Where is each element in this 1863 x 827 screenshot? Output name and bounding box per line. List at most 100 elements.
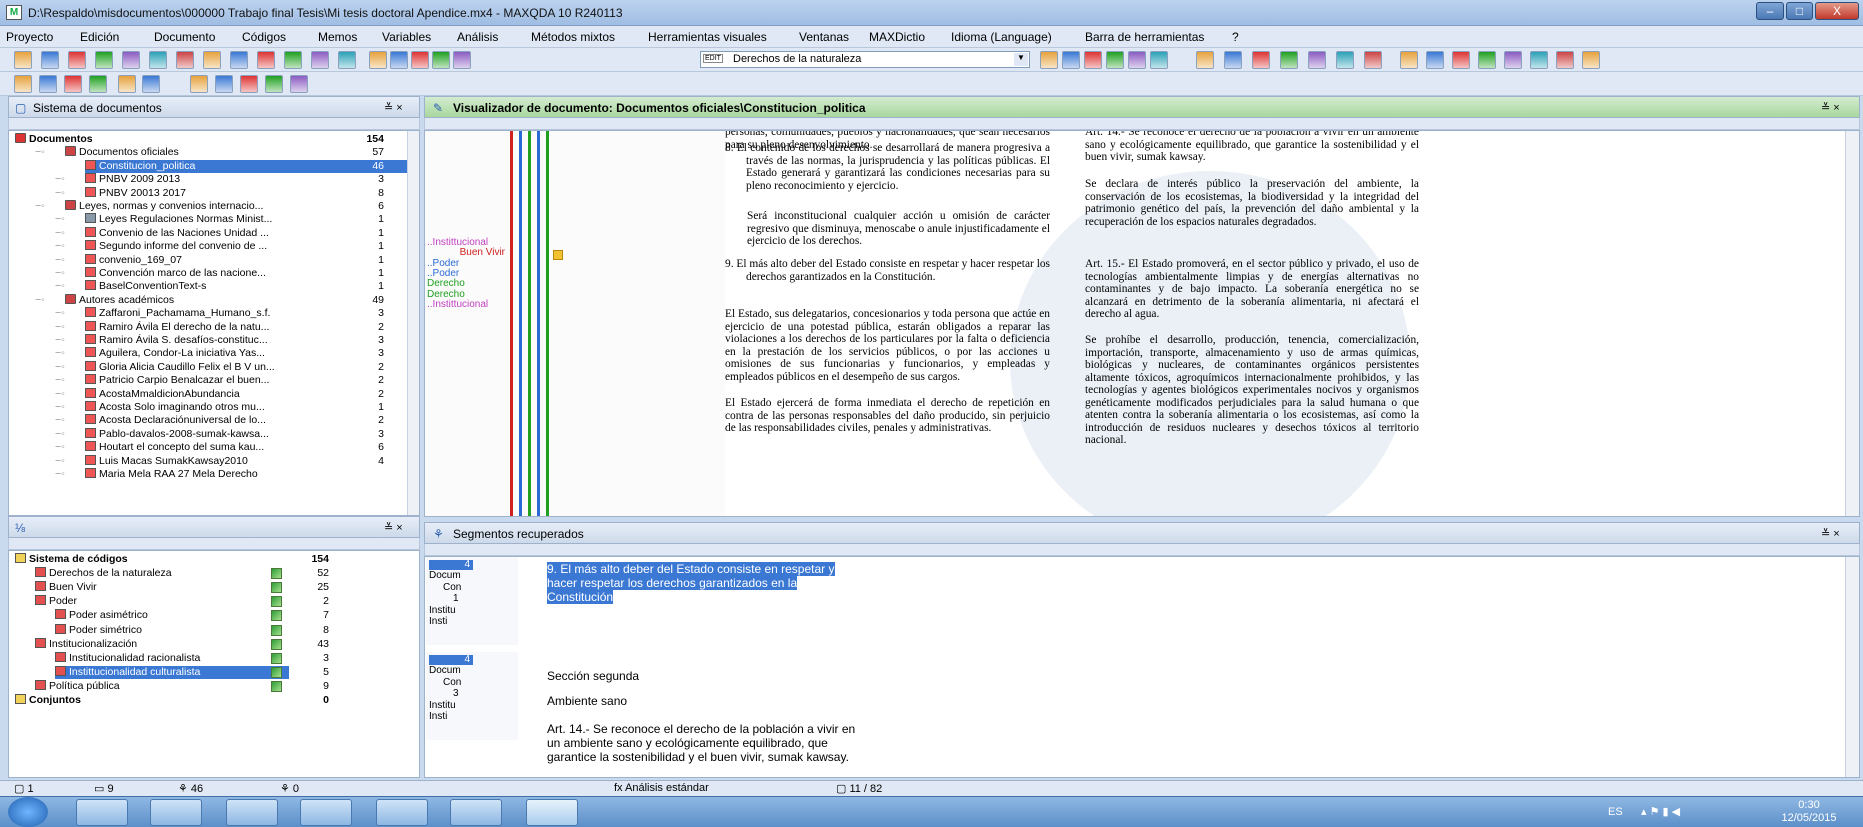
toolbar1-codes-icon-2[interactable] xyxy=(411,51,429,69)
code-color-icon[interactable] xyxy=(271,624,282,636)
code-row[interactable]: Buen Vivir xyxy=(35,581,285,594)
segment-tag[interactable]: Institu xyxy=(429,700,456,711)
code-bar-buen-vivir[interactable] xyxy=(510,131,513,516)
toolbar1-icon-0[interactable] xyxy=(14,51,32,69)
menu-item-12[interactable]: Barra de herramientas xyxy=(1085,30,1204,44)
code-bar-derecho[interactable] xyxy=(528,131,531,516)
toolbar1-icon-1[interactable] xyxy=(41,51,59,69)
toolbar2-view-icon-1[interactable] xyxy=(215,75,233,93)
menu-item-13[interactable]: ? xyxy=(1232,30,1239,44)
toolbar1-icon-5[interactable] xyxy=(149,51,167,69)
media-taskbar-button[interactable] xyxy=(226,799,278,826)
toolbar1-codes-icon-0[interactable] xyxy=(369,51,387,69)
code-color-icon[interactable] xyxy=(271,666,282,678)
toolbar1-nav-icon-5[interactable] xyxy=(1150,51,1168,69)
code-row[interactable]: Conjuntos xyxy=(15,694,265,707)
segment-tag[interactable]: Insti xyxy=(429,711,447,722)
toolbar2-view-icon-2[interactable] xyxy=(240,75,258,93)
toolbar2-search-icon-1[interactable] xyxy=(142,75,160,93)
toolbar1-visual-icon-2[interactable] xyxy=(1452,51,1470,69)
code-row[interactable]: Instittucionalidad culturalista xyxy=(55,665,289,679)
toolbar1-icon-2[interactable] xyxy=(68,51,86,69)
code-bar-poder-2[interactable] xyxy=(537,131,540,516)
memo-icon[interactable] xyxy=(553,250,563,260)
toolbar1-analysis-icon-2[interactable] xyxy=(1252,51,1270,69)
toolbar1-icon-8[interactable] xyxy=(230,51,248,69)
document-row[interactable]: −◦ Documentos oficiales xyxy=(35,146,407,159)
close-button[interactable]: X xyxy=(1815,2,1859,20)
explorer-taskbar-button[interactable] xyxy=(76,799,128,826)
minimize-button[interactable]: – xyxy=(1756,2,1784,20)
toolbar1-nav-icon-2[interactable] xyxy=(1084,51,1102,69)
menu-item-7[interactable]: Métodos mixtos xyxy=(531,30,615,44)
toolbar1-visual-icon-4[interactable] xyxy=(1504,51,1522,69)
toolbar2-icon-2[interactable] xyxy=(64,75,82,93)
code-row[interactable]: Poder simétrico xyxy=(55,623,305,637)
toolbar2-view-icon-4[interactable] xyxy=(290,75,308,93)
documents-scrollbar[interactable] xyxy=(407,131,419,515)
toolbar1-codes-icon-3[interactable] xyxy=(432,51,450,69)
code-row[interactable]: Sistema de códigos xyxy=(15,553,265,566)
menu-item-2[interactable]: Documento xyxy=(154,30,215,44)
toolbar1-analysis-icon-4[interactable] xyxy=(1308,51,1326,69)
ie-taskbar-button[interactable] xyxy=(150,799,202,826)
document-row[interactable]: Documentos xyxy=(15,133,407,146)
toolbar1-visual-icon-3[interactable] xyxy=(1478,51,1496,69)
menu-item-0[interactable]: Proyecto xyxy=(6,30,53,44)
code-color-icon[interactable] xyxy=(271,582,282,594)
toolbar1-analysis-icon-1[interactable] xyxy=(1224,51,1242,69)
segment-tag[interactable]: Con xyxy=(443,677,461,688)
clock-date[interactable]: 12/05/2015 xyxy=(1779,812,1839,824)
close-codes-panel-icon[interactable]: ≚ × xyxy=(384,521,403,534)
menu-item-4[interactable]: Memos xyxy=(318,30,357,44)
toolbar1-icon-7[interactable] xyxy=(203,51,221,69)
chevron-down-icon[interactable]: ▼ xyxy=(1014,53,1028,66)
toolbar1-icon-12[interactable] xyxy=(338,51,356,69)
code-color-icon[interactable] xyxy=(271,680,282,692)
code-row[interactable]: Derechos de la naturaleza xyxy=(35,567,285,580)
toolbar1-analysis-icon-3[interactable] xyxy=(1280,51,1298,69)
code-row[interactable]: Poder asimétrico xyxy=(55,609,305,622)
toolbar2-icon-1[interactable] xyxy=(39,75,57,93)
toolbar1-icon-10[interactable] xyxy=(284,51,302,69)
toolbar1-nav-icon-1[interactable] xyxy=(1062,51,1080,69)
toolbar1-analysis-icon-5[interactable] xyxy=(1336,51,1354,69)
toolbar1-nav-icon-4[interactable] xyxy=(1128,51,1146,69)
menu-item-6[interactable]: Análisis xyxy=(457,30,498,44)
tray-icons[interactable]: ▴ ⚑ ▮ ◀ xyxy=(1641,805,1680,818)
toolbar2-view-icon-3[interactable] xyxy=(265,75,283,93)
segment-tag[interactable]: Institu xyxy=(429,605,456,616)
toolbar1-visual-icon-1[interactable] xyxy=(1426,51,1444,69)
viewer-scrollbar[interactable] xyxy=(1845,131,1859,516)
code-margin-label[interactable]: Buen Vivir xyxy=(427,248,505,258)
code-color-icon[interactable] xyxy=(271,638,282,650)
toolbar1-icon-3[interactable] xyxy=(95,51,113,69)
menu-item-8[interactable]: Herramientas visuales xyxy=(648,30,767,44)
toolbar1-visual-icon-0[interactable] xyxy=(1400,51,1418,69)
code-select[interactable]: EDIT Derechos de la naturaleza ▼ xyxy=(700,51,1030,68)
toolbar1-codes-icon-1[interactable] xyxy=(390,51,408,69)
segment-tag[interactable]: 1 xyxy=(453,593,459,604)
document-row[interactable]: −◦ Leyes, normas y convenios internacio..… xyxy=(35,200,407,213)
segment-tag[interactable]: Docum xyxy=(429,665,461,676)
word-taskbar-button[interactable] xyxy=(450,799,502,826)
code-margin-label[interactable]: Derecho xyxy=(427,279,505,289)
status-analysis[interactable]: fx Análisis estándar xyxy=(614,782,709,794)
segment-tag[interactable]: Docum xyxy=(429,570,461,581)
code-row[interactable]: Política pública xyxy=(35,679,285,693)
segments-scrollbar[interactable] xyxy=(1845,557,1859,777)
toolbar2-view-icon-0[interactable] xyxy=(190,75,208,93)
toolbar2-icon-0[interactable] xyxy=(14,75,32,93)
close-panel-icon[interactable]: ≚ × xyxy=(384,101,403,114)
toolbar1-visual-icon-5[interactable] xyxy=(1530,51,1548,69)
toolbar1-nav-icon-3[interactable] xyxy=(1106,51,1124,69)
document-row[interactable]: −◦ Autores académicos xyxy=(35,293,407,307)
menu-item-3[interactable]: Códigos xyxy=(242,30,286,44)
code-color-icon[interactable] xyxy=(271,596,282,608)
toolbar1-analysis-icon-6[interactable] xyxy=(1364,51,1382,69)
toolbar1-nav-icon-0[interactable] xyxy=(1040,51,1058,69)
code-row[interactable]: Poder xyxy=(35,595,285,608)
toolbar2-search-icon-0[interactable] xyxy=(118,75,136,93)
toolbar1-codes-icon-4[interactable] xyxy=(453,51,471,69)
toolbar1-icon-9[interactable] xyxy=(257,51,275,69)
